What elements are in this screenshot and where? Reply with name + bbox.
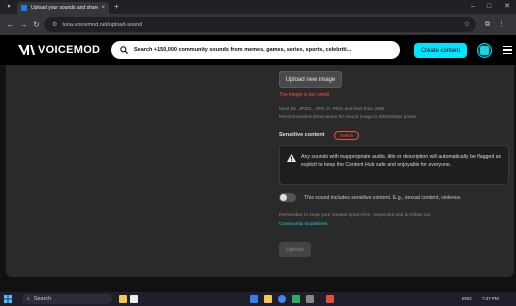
sound-search-bar[interactable]	[111, 41, 400, 59]
user-avatar[interactable]	[477, 43, 492, 58]
sensitive-content-label: Sensitive content	[279, 132, 325, 138]
upload-button[interactable]: Upload	[279, 242, 311, 257]
folder-icon[interactable]	[264, 295, 272, 303]
reload-icon[interactable]: ↻	[31, 19, 42, 30]
sensitive-toggle-label: This sound includes sensitive content. E…	[304, 195, 462, 201]
browser-menu-icon[interactable]: ⋮	[496, 19, 507, 30]
store-icon[interactable]	[130, 295, 138, 303]
close-window-button[interactable]: ✕	[500, 0, 514, 14]
community-guidelines-link[interactable]: Community Guidelines	[279, 222, 327, 227]
new-tab-button[interactable]: +	[114, 2, 119, 12]
sensitive-content-toggle[interactable]	[279, 193, 296, 202]
file-explorer-icon[interactable]	[119, 295, 127, 303]
forward-icon[interactable]: →	[18, 19, 29, 30]
browser-nav-bar: ← → ↻ ⚙ tuna.voicemod.net/upload-sound ☆…	[0, 14, 516, 35]
warning-icon	[287, 154, 296, 162]
app-gray-icon[interactable]	[306, 295, 314, 303]
guidelines-period: .	[335, 222, 337, 227]
language-indicator[interactable]: ENG	[462, 296, 472, 301]
logo-text: VOICEMOD	[38, 44, 101, 56]
bookmark-star-icon[interactable]: ☆	[464, 20, 470, 28]
guidelines-reminder-text: Remember to keep your content spam-free,…	[279, 213, 431, 218]
extensions-icon[interactable]: ⧉	[482, 19, 493, 30]
sensitive-switch-badge: Switch	[334, 131, 360, 140]
search-icon	[120, 46, 128, 54]
app-green-icon[interactable]	[292, 295, 300, 303]
maximize-button[interactable]: □	[482, 0, 496, 14]
back-icon[interactable]: ←	[5, 19, 16, 30]
taskbar-search-icon: ⌕	[27, 296, 30, 302]
warning-text: Any sounds with inappropriate audio, tit…	[301, 154, 502, 169]
tab-close-icon[interactable]: ×	[101, 5, 105, 11]
taskbar-search-label: Search	[33, 296, 52, 302]
create-content-button[interactable]: Create content	[414, 43, 467, 58]
chrome-icon[interactable]	[278, 295, 286, 303]
toggle-knob	[280, 194, 287, 201]
tab-title: Upload your sounds and share	[31, 5, 99, 11]
app-red-icon[interactable]	[326, 295, 334, 303]
browser-tab[interactable]: Upload your sounds and share ×	[17, 2, 109, 14]
voicemod-logo-mark-icon	[18, 45, 35, 55]
hamburger-menu-icon[interactable]	[503, 46, 512, 54]
site-header: VOICEMOD Create content	[0, 35, 516, 65]
edge-icon[interactable]	[250, 295, 258, 303]
clock[interactable]: 7:47 PM	[482, 296, 499, 301]
explicit-warning-box: Any sounds with inappropriate audio, tit…	[279, 145, 509, 185]
upload-new-image-button[interactable]: Upload new image	[279, 71, 342, 88]
taskbar-search[interactable]: ⌕ Search	[22, 294, 112, 304]
search-input[interactable]	[134, 47, 394, 53]
robot-avatar-icon	[480, 46, 489, 55]
browser-tab-bar: ▾ Upload your sounds and share × + – □ ✕	[0, 0, 516, 14]
image-error-text: The image is too small	[279, 92, 330, 98]
image-dimension-help: Recommended dimensions for sound image i…	[279, 115, 418, 120]
image-format-help: Must be .JPEG, .JPG or .PNG and less tha…	[279, 107, 385, 112]
voicemod-favicon-icon	[21, 5, 27, 11]
voicemod-logo[interactable]: VOICEMOD	[18, 44, 100, 56]
windows-taskbar: ⌕ Search ENG 7:47 PM	[0, 292, 516, 306]
windows-start-icon[interactable]	[4, 295, 12, 303]
address-url: tuna.voicemod.net/upload-sound	[62, 21, 143, 28]
site-info-icon[interactable]: ⚙	[52, 21, 57, 28]
minimize-button[interactable]: –	[466, 0, 480, 14]
address-bar[interactable]: ⚙ tuna.voicemod.net/upload-sound ☆	[44, 17, 476, 32]
tab-search-icon[interactable]: ▾	[4, 2, 14, 12]
